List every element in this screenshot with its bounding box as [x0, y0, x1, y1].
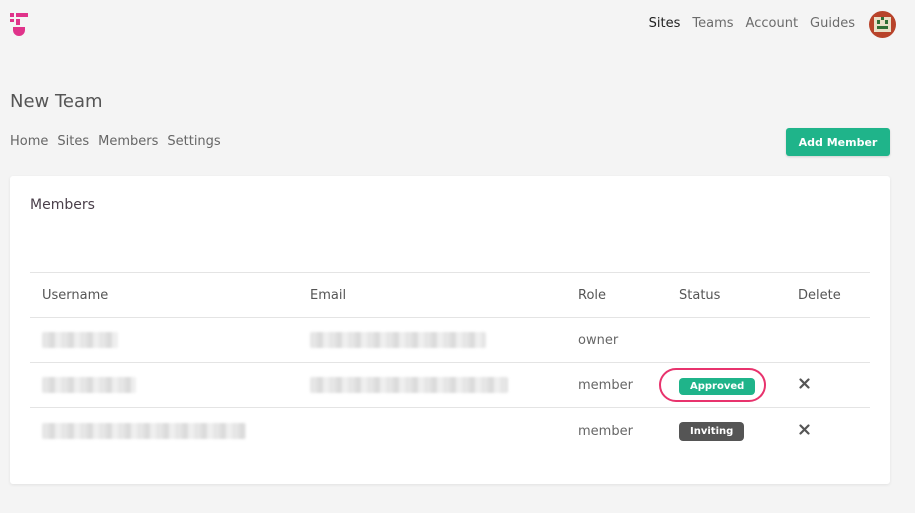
close-icon[interactable]	[799, 377, 810, 393]
highlight-ring	[659, 367, 766, 402]
status-badge-inviting: Inviting	[679, 421, 745, 441]
table-row: member Inviting	[30, 407, 870, 454]
members-table: Username Email Role Status Delete owner …	[30, 272, 870, 454]
status-cell: Approved	[659, 363, 766, 407]
table-row: owner	[30, 317, 870, 362]
user-avatar[interactable]	[869, 11, 896, 38]
subnav-sites[interactable]: Sites	[57, 134, 89, 149]
page-title: New Team	[10, 91, 103, 112]
close-icon[interactable]	[799, 423, 810, 439]
status-highlight-wrapper: Approved	[659, 367, 766, 402]
column-header-delete: Delete	[798, 287, 841, 303]
members-card: Members Username Email Role Status Delet…	[10, 176, 890, 484]
topnav-account[interactable]: Account	[746, 16, 799, 31]
brand-logo-icon[interactable]	[10, 11, 30, 39]
top-nav: Sites Teams Account Guides	[649, 16, 855, 31]
role-cell: owner	[578, 332, 619, 348]
email-cell-redacted	[310, 318, 486, 362]
username-cell-redacted	[42, 318, 118, 362]
add-member-button[interactable]: Add Member	[786, 128, 890, 156]
subnav-members[interactable]: Members	[98, 134, 158, 149]
table-row: member Approved	[30, 362, 870, 407]
delete-cell	[798, 363, 810, 407]
topnav-sites[interactable]: Sites	[649, 16, 681, 31]
subnav-settings[interactable]: Settings	[167, 134, 220, 149]
username-cell-redacted	[42, 408, 246, 454]
topnav-teams[interactable]: Teams	[692, 16, 733, 31]
status-cell: Inviting	[679, 408, 745, 454]
top-bar: Sites Teams Account Guides	[0, 0, 915, 50]
username-cell-redacted	[42, 363, 136, 407]
role-cell: member	[578, 377, 633, 393]
column-header-username: Username	[42, 287, 109, 303]
topnav-guides[interactable]: Guides	[810, 16, 855, 31]
table-header-row: Username Email Role Status Delete	[30, 272, 870, 317]
delete-cell	[798, 408, 810, 454]
subnav-home[interactable]: Home	[10, 134, 48, 149]
column-header-status: Status	[679, 287, 721, 303]
members-card-title: Members	[30, 197, 95, 213]
email-cell-redacted	[310, 363, 508, 407]
team-subnav: Home Sites Members Settings	[10, 134, 221, 149]
column-header-email: Email	[310, 287, 347, 303]
role-cell: member	[578, 423, 633, 439]
column-header-role: Role	[578, 287, 607, 303]
